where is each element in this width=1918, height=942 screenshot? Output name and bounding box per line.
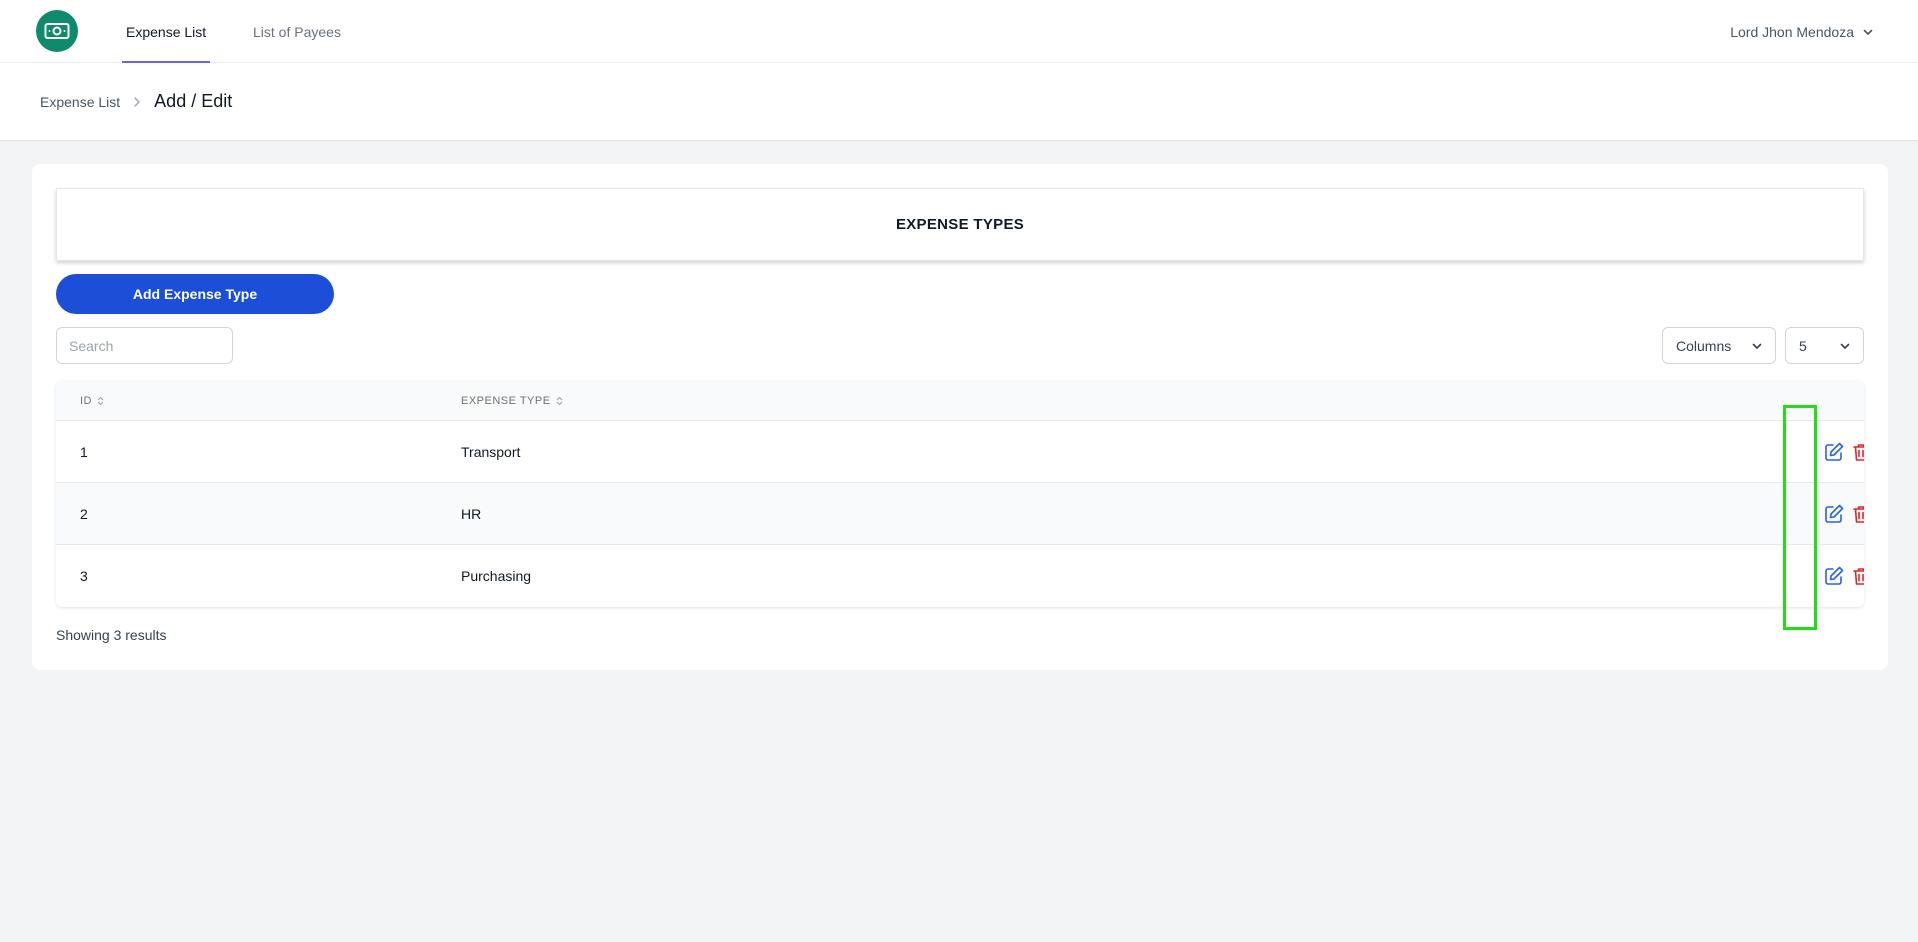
cell-id: 1 (80, 444, 88, 460)
cell-id: 2 (80, 506, 88, 522)
expense-types-card: EXPENSE TYPES Add Expense Type Columns 5… (32, 164, 1888, 670)
edit-button[interactable] (1822, 501, 1846, 527)
delete-button[interactable] (1849, 501, 1864, 527)
columns-dropdown-label: Columns (1676, 337, 1732, 354)
column-header-expense-type[interactable]: EXPENSE TYPE (461, 381, 563, 421)
cell-expense-type: Transport (461, 444, 521, 460)
table-row: 3 Purchasing (56, 545, 1864, 607)
page-size-value: 5 (1799, 337, 1807, 354)
search-input[interactable] (56, 327, 233, 364)
chevron-right-icon (134, 96, 140, 107)
results-count: Showing 3 results (56, 627, 167, 643)
column-header-label: EXPENSE TYPE (461, 395, 551, 407)
add-expense-type-button[interactable]: Add Expense Type (56, 274, 334, 314)
chevron-down-icon (1840, 343, 1850, 349)
cell-expense-type: HR (461, 506, 482, 522)
page-size-select[interactable]: 5 (1785, 327, 1864, 364)
chevron-down-icon (1863, 29, 1873, 35)
page-header: Expense List Add / Edit (0, 63, 1918, 140)
nav-tab-expense-list[interactable]: Expense List (121, 0, 211, 63)
table-row: 2 HR (56, 483, 1864, 545)
money-bill-icon (44, 23, 70, 39)
table-header: ID EXPENSE TYPE (56, 381, 1864, 421)
edit-icon (1825, 504, 1844, 523)
edit-button[interactable] (1822, 439, 1846, 465)
columns-dropdown[interactable]: Columns (1662, 327, 1776, 364)
table-row: 1 Transport (56, 421, 1864, 483)
nav-tab-list-of-payees[interactable]: List of Payees (253, 0, 341, 63)
sort-icon (97, 396, 104, 406)
trash-icon (1853, 568, 1864, 585)
section-title-box: EXPENSE TYPES (56, 188, 1864, 261)
user-menu[interactable]: Lord Jhon Mendoza (1730, 0, 1874, 63)
breadcrumb: Expense List Add / Edit (40, 63, 232, 140)
app-logo[interactable] (36, 10, 78, 52)
edit-button[interactable] (1822, 563, 1846, 589)
nav-tab-label: List of Payees (253, 23, 341, 40)
user-name: Lord Jhon Mendoza (1730, 23, 1854, 40)
sort-icon (556, 396, 562, 406)
nav-tab-label: Expense List (126, 23, 207, 40)
cell-expense-type: Purchasing (461, 568, 532, 584)
delete-button[interactable] (1849, 439, 1864, 465)
top-navbar: Expense List List of Payees Lord Jhon Me… (0, 0, 1918, 63)
highlight-box (1783, 405, 1817, 630)
expense-types-table: ID EXPENSE TYPE 1 Transport 2 HR 3 Purch… (56, 381, 1864, 607)
chevron-down-icon (1752, 343, 1762, 349)
column-header-id[interactable]: ID (80, 381, 104, 421)
cell-id: 3 (80, 568, 88, 584)
edit-icon (1825, 442, 1844, 461)
trash-icon (1853, 444, 1864, 461)
trash-icon (1853, 506, 1864, 523)
section-title: EXPENSE TYPES (895, 216, 1025, 233)
column-header-label: ID (80, 395, 92, 407)
edit-icon (1825, 566, 1844, 585)
page-title: Add / Edit (154, 91, 233, 111)
delete-button[interactable] (1849, 563, 1864, 589)
breadcrumb-link-expense-list[interactable]: Expense List (40, 94, 120, 110)
